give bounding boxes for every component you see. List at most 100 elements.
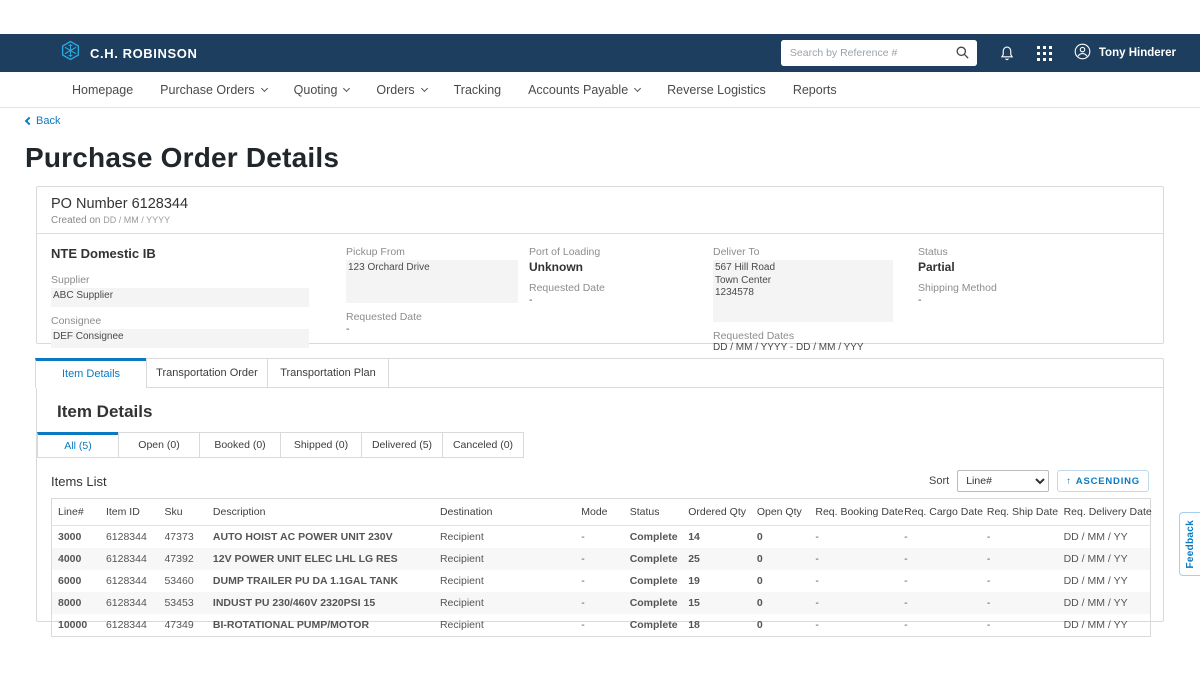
cell-req-ship-date: - [981, 614, 1058, 637]
nav-item-label: Purchase Orders [160, 83, 254, 97]
shipping-method-label: Shipping Method [918, 282, 1149, 294]
cell-line: 3000 [52, 526, 100, 549]
nav-item-label: Quoting [294, 83, 338, 97]
tab-transportation-plan[interactable]: Transportation Plan [267, 358, 389, 388]
user-menu[interactable]: Tony Hinderer [1074, 43, 1176, 63]
back-label: Back [36, 115, 60, 127]
cell-req-delivery-date: DD / MM / YY [1058, 592, 1151, 614]
subtab-all-5[interactable]: All (5) [37, 432, 119, 458]
supplier-value: ABC Supplier [51, 288, 309, 307]
cell-description: BI-ROTATIONAL PUMP/MOTOR [207, 614, 434, 637]
app-header: C.H. ROBINSON [0, 34, 1200, 72]
brand[interactable]: C.H. ROBINSON [60, 40, 197, 66]
status-filter-tabs: All (5)Open (0)Booked (0)Shipped (0)Deli… [38, 432, 1163, 458]
tab-transportation-order[interactable]: Transportation Order [146, 358, 268, 388]
cell-sku: 47373 [158, 526, 206, 549]
cell-status: Complete [624, 548, 683, 570]
deliver-to-line1: 567 Hill Road [715, 262, 889, 275]
table-row[interactable]: 6000612834453460DUMP TRAILER PU DA 1.1GA… [52, 570, 1151, 592]
column-header-req-ship-date[interactable]: Req. Ship Date [981, 499, 1058, 526]
cell-open-qty: 0 [751, 548, 810, 570]
subtab-canceled-0[interactable]: Canceled (0) [442, 432, 524, 458]
items-table-header-row: Line#Item IDSkuDescriptionDestinationMod… [52, 499, 1151, 526]
column-header-req-delivery-date[interactable]: Req. Delivery Date [1058, 499, 1151, 526]
nav-item-label: Reverse Logistics [667, 83, 766, 97]
items-list-label: Items List [51, 474, 107, 489]
subtab-booked-0[interactable]: Booked (0) [199, 432, 281, 458]
column-header-open-qty[interactable]: Open Qty [751, 499, 810, 526]
items-table-body: 3000612834447373AUTO HOIST AC POWER UNIT… [52, 526, 1151, 637]
chevron-down-icon [634, 84, 641, 91]
column-header-mode[interactable]: Mode [575, 499, 623, 526]
nav-item-quoting[interactable]: Quoting [294, 83, 350, 97]
search-input[interactable] [781, 40, 977, 66]
column-header-line[interactable]: Line# [52, 499, 100, 526]
table-row[interactable]: 10000612834447349BI-ROTATIONAL PUMP/MOTO… [52, 614, 1151, 637]
sort-select[interactable]: Line# [957, 470, 1049, 492]
deliver-to-line3: 1234578 [715, 287, 889, 300]
subtab-delivered-5[interactable]: Delivered (5) [361, 432, 443, 458]
column-header-item-id[interactable]: Item ID [100, 499, 159, 526]
cell-status: Complete [624, 614, 683, 637]
tab-item-details[interactable]: Item Details [35, 358, 147, 388]
column-header-req-booking-date[interactable]: Req. Booking Date [809, 499, 898, 526]
cell-status: Complete [624, 570, 683, 592]
nav-item-purchase-orders[interactable]: Purchase Orders [160, 83, 266, 97]
feedback-label: Feedback [1185, 520, 1196, 569]
nav-item-orders[interactable]: Orders [376, 83, 426, 97]
requested-dates-label: Requested Dates [713, 330, 918, 342]
pickup-from-value: 123 Orchard Drive [346, 260, 518, 303]
cell-item-id: 6128344 [100, 592, 159, 614]
cell-req-cargo-date: - [898, 614, 981, 637]
cell-req-delivery-date: DD / MM / YY [1058, 548, 1151, 570]
nav-item-reports[interactable]: Reports [793, 83, 837, 97]
column-header-destination[interactable]: Destination [434, 499, 575, 526]
back-link[interactable]: Back [26, 115, 60, 127]
requested-dates-value: DD / MM / YYYY - DD / MM / YYY [713, 342, 918, 353]
column-header-description[interactable]: Description [207, 499, 434, 526]
subtab-shipped-0[interactable]: Shipped (0) [280, 432, 362, 458]
cell-line: 6000 [52, 570, 100, 592]
nav-item-tracking[interactable]: Tracking [454, 83, 501, 97]
table-row[interactable]: 400061283444739212V POWER UNIT ELEC LHL … [52, 548, 1151, 570]
feedback-button[interactable]: Feedback [1179, 512, 1200, 576]
chevron-left-icon [25, 117, 33, 125]
cell-req-delivery-date: DD / MM / YY [1058, 570, 1151, 592]
port-requested-date-value: - [529, 294, 713, 306]
apps-grid-icon[interactable] [1037, 46, 1052, 61]
subtab-open-0[interactable]: Open (0) [118, 432, 200, 458]
deliver-to-line2: Town Center [715, 275, 889, 288]
cell-open-qty: 0 [751, 570, 810, 592]
cell-open-qty: 0 [751, 614, 810, 637]
cell-mode: - [575, 570, 623, 592]
cell-line: 4000 [52, 548, 100, 570]
cell-req-cargo-date: - [898, 570, 981, 592]
nav-item-reverse-logistics[interactable]: Reverse Logistics [667, 83, 766, 97]
created-on-value: DD / MM / YYYY [103, 215, 170, 225]
cell-req-cargo-date: - [898, 592, 981, 614]
cell-mode: - [575, 614, 623, 637]
search-icon[interactable] [955, 45, 970, 65]
column-header-status[interactable]: Status [624, 499, 683, 526]
cell-mode: - [575, 548, 623, 570]
table-row[interactable]: 3000612834447373AUTO HOIST AC POWER UNIT… [52, 526, 1151, 549]
supplier-label: Supplier [51, 274, 346, 286]
pickup-requested-date-value: - [346, 323, 529, 335]
cell-item-id: 6128344 [100, 614, 159, 637]
cell-description: INDUST PU 230/460V 2320PSI 15 [207, 592, 434, 614]
main-tab-row: Item DetailsTransportation OrderTranspor… [36, 358, 1163, 388]
nav-item-accounts-payable[interactable]: Accounts Payable [528, 83, 640, 97]
pickup-from-label: Pickup From [346, 246, 529, 258]
cell-req-booking-date: - [809, 526, 898, 549]
column-header-ordered-qty[interactable]: Ordered Qty [682, 499, 751, 526]
column-header-sku[interactable]: Sku [158, 499, 206, 526]
deliver-to-value: 567 Hill Road Town Center 1234578 [713, 260, 893, 322]
cell-ordered-qty: 14 [682, 526, 751, 549]
notifications-bell-icon[interactable] [999, 45, 1015, 62]
cell-sku: 47349 [158, 614, 206, 637]
table-row[interactable]: 8000612834453453INDUST PU 230/460V 2320P… [52, 592, 1151, 614]
cell-item-id: 6128344 [100, 526, 159, 549]
ascending-sort-button[interactable]: ↑ ASCENDING [1057, 470, 1149, 492]
column-header-req-cargo-date[interactable]: Req. Cargo Date [898, 499, 981, 526]
nav-item-homepage[interactable]: Homepage [72, 83, 133, 97]
